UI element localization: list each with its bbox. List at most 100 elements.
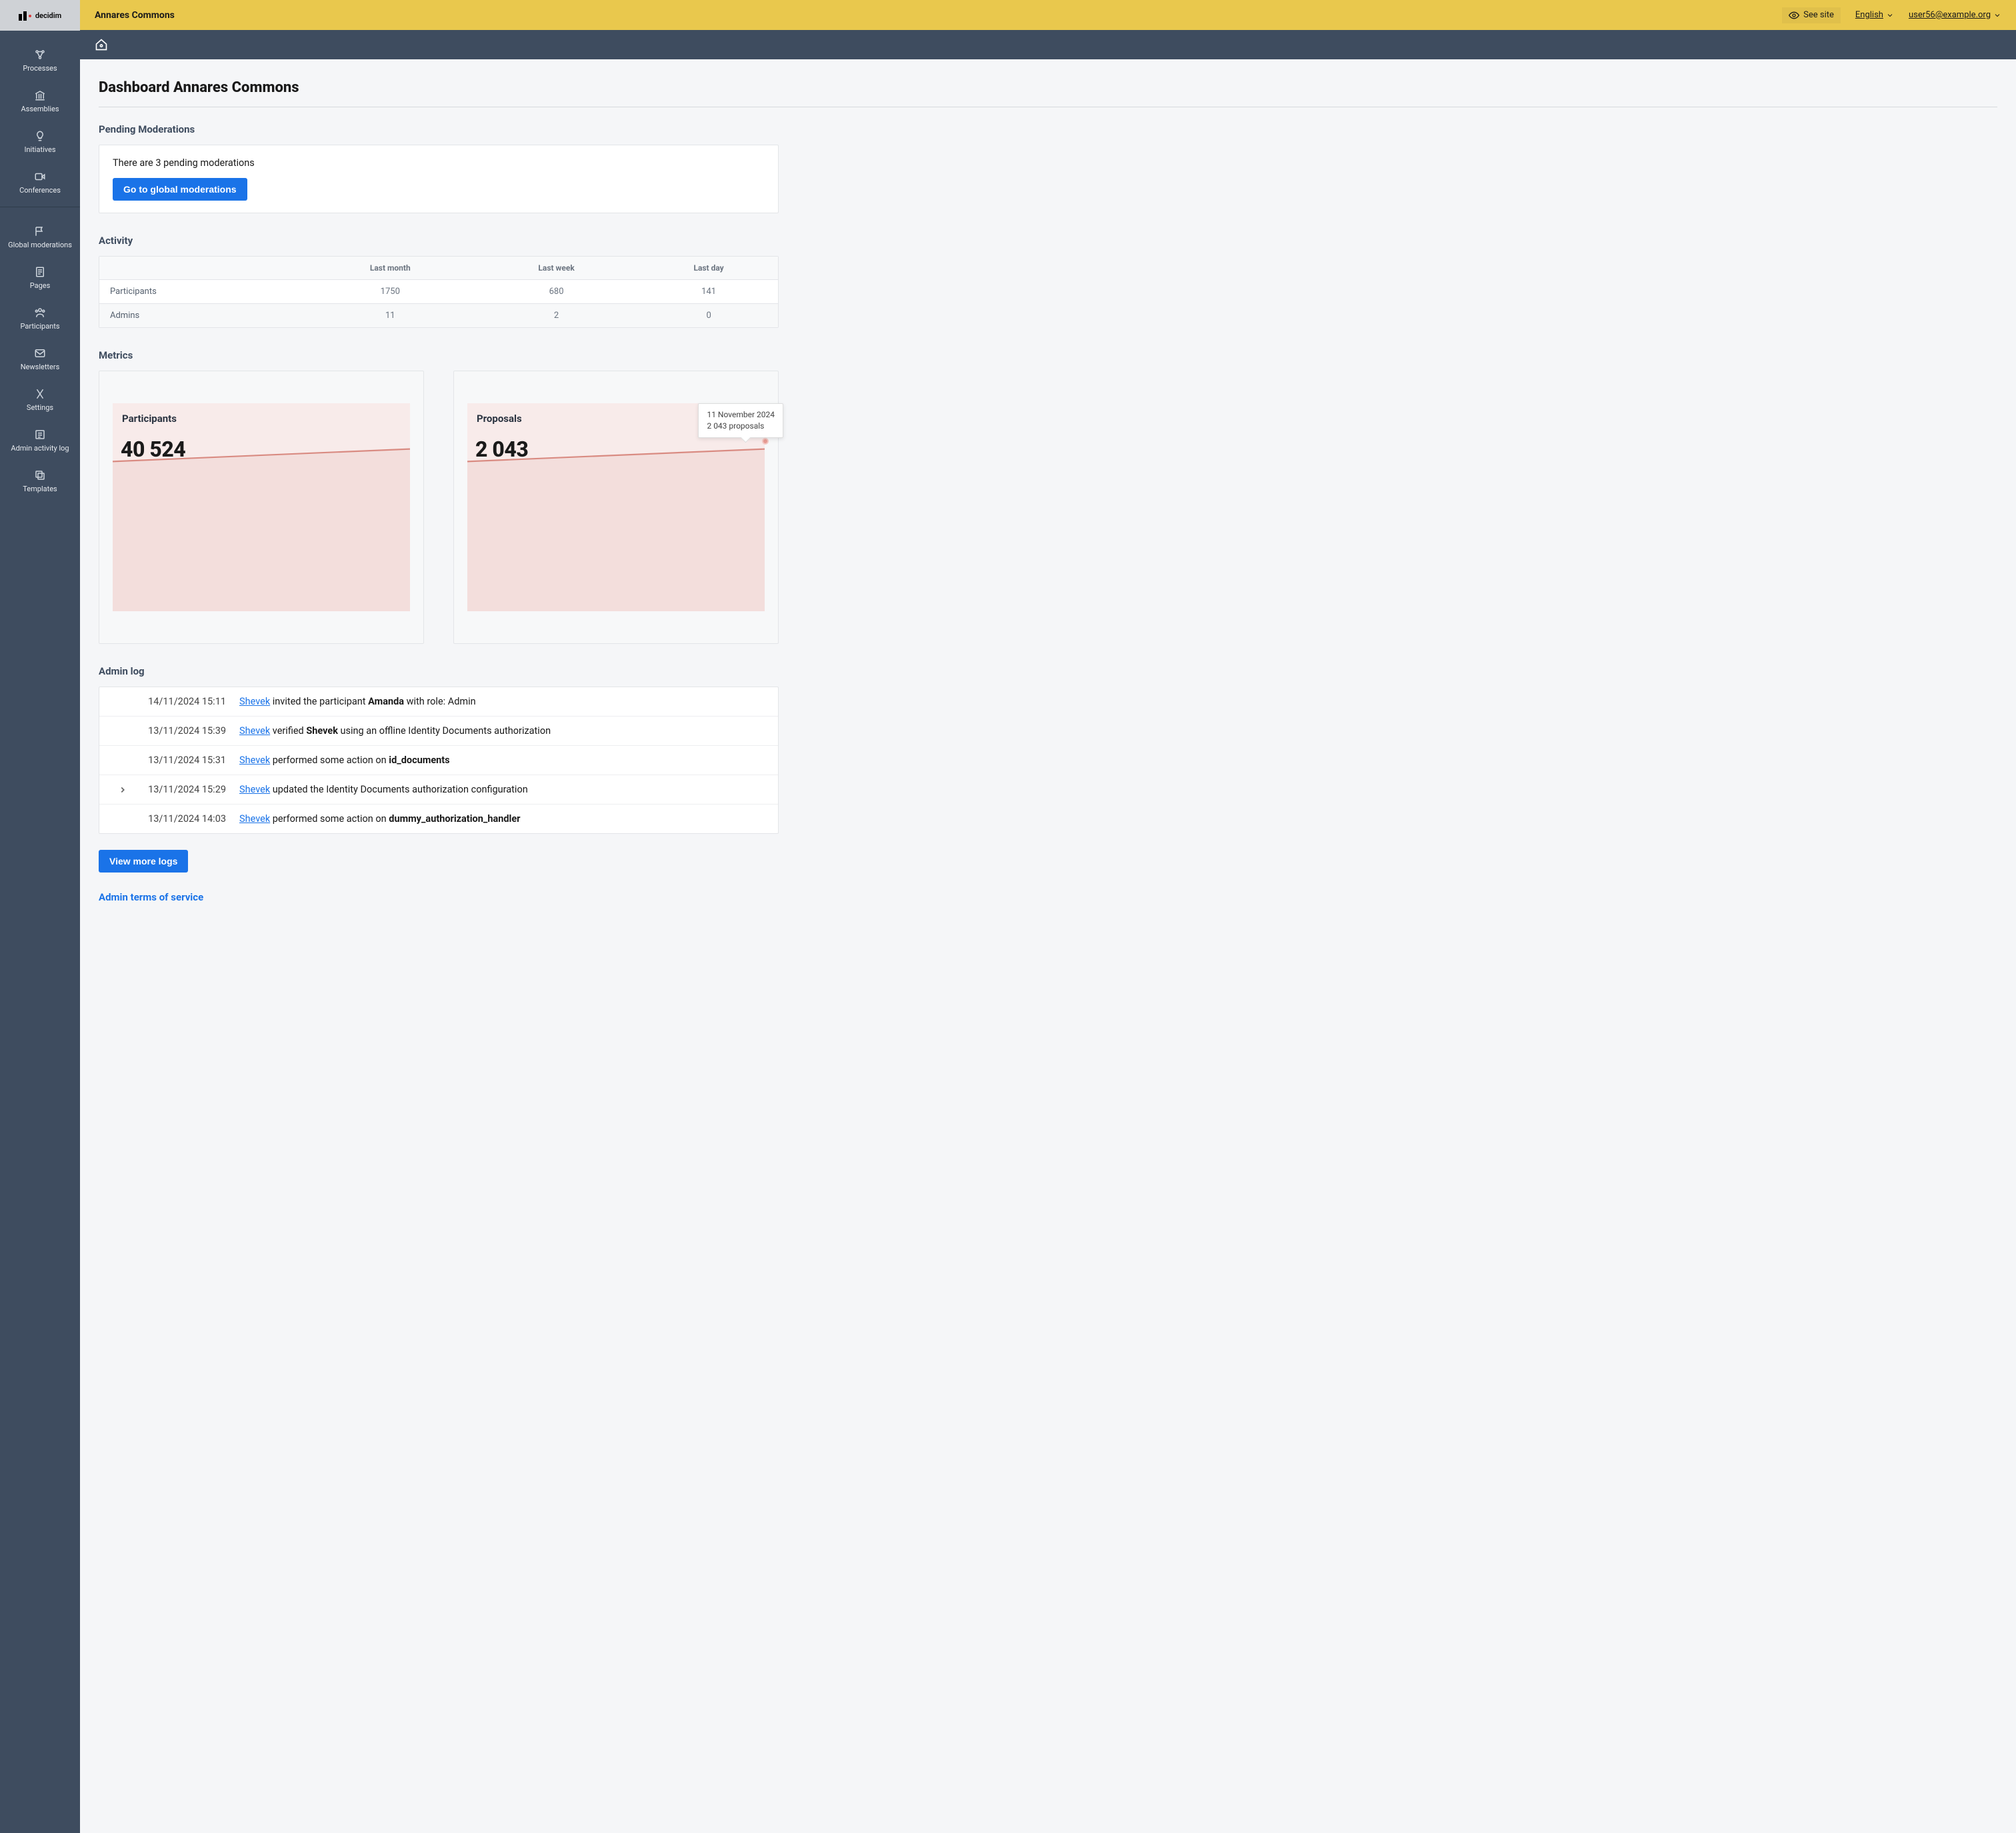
log-row[interactable]: 13/11/2024 15:29Shevek updated the Ident… [99, 775, 778, 805]
activity-header-row: Last monthLast weekLast day [99, 257, 778, 280]
sidebar-item-initiatives[interactable]: Initiatives [0, 124, 80, 165]
tooltip-value: 2 043 proposals [707, 421, 775, 432]
sidebar-item-templates[interactable]: Templates [0, 463, 80, 493]
pending-moderations-heading: Pending Moderations [99, 123, 1997, 135]
sidebar-item-label: Global moderations [8, 241, 72, 249]
admin-log-card: 14/11/2024 15:11Shevek invited the parti… [99, 687, 779, 834]
bank-icon [33, 89, 47, 102]
log-timestamp: 13/11/2024 15:39 [133, 725, 239, 737]
mail-icon [33, 347, 47, 360]
sidebar-item-admin-activity-log[interactable]: Admin activity log [0, 423, 80, 463]
log-subject: Amanda [368, 696, 404, 707]
pending-moderations-card: There are 3 pending moderations Go to gl… [99, 145, 779, 213]
sidebar-item-settings[interactable]: Settings [0, 382, 80, 423]
top-bar-right: See site English user56@example.org [1782, 7, 2001, 23]
activity-cell: 2 [473, 304, 639, 327]
log-actor-link[interactable]: Shevek [239, 813, 270, 825]
page-icon [33, 265, 47, 279]
sidebar-item-label: Participants [20, 322, 59, 331]
activity-cell: 0 [639, 304, 778, 327]
log-subject: dummy_authorization_handler [389, 813, 520, 825]
metric-value: 2 043 [475, 437, 528, 462]
activity-cell: 11 [307, 304, 473, 327]
metric-label: Proposals [477, 413, 522, 425]
metric-card-participants: Participants 40 524 [99, 371, 424, 644]
tooltip-date: 11 November 2024 [707, 409, 775, 421]
user-menu[interactable]: user56@example.org [1909, 10, 2001, 20]
sidebar-item-label: Assemblies [21, 105, 59, 113]
sidebar-item-global-moderations[interactable]: Global moderations [0, 219, 80, 260]
see-site-button[interactable]: See site [1782, 7, 1841, 23]
video-icon [33, 170, 47, 183]
log-actor-link[interactable]: Shevek [239, 784, 270, 795]
brand-name: decidim [35, 11, 61, 20]
sidebar-item-label: Initiatives [24, 145, 55, 154]
log-message: Shevek performed some action on id_docum… [239, 755, 765, 766]
sidebar-item-processes[interactable]: Processes [0, 43, 80, 83]
pending-moderations-text: There are 3 pending moderations [113, 157, 765, 169]
sidebar-item-conferences[interactable]: Conferences [0, 165, 80, 195]
metrics-grid: Participants 40 524 Proposals 2 043 11 Novem… [99, 371, 779, 644]
sidebar-item-pages[interactable]: Pages [0, 260, 80, 301]
admin-terms-link[interactable]: Admin terms of service [99, 891, 203, 903]
log-actor-link[interactable]: Shevek [239, 725, 270, 737]
log-message: Shevek performed some action on dummy_au… [239, 813, 765, 825]
page-title: Dashboard Annares Commons [99, 79, 1997, 107]
log-row: 13/11/2024 14:03Shevek performed some ac… [99, 805, 778, 833]
sidebar-item-label: Newsletters [21, 363, 60, 371]
log-message: Shevek updated the Identity Documents au… [239, 784, 765, 795]
metric-value: 40 524 [121, 437, 185, 462]
activity-row: Participants1750680141 [99, 280, 778, 304]
sidebar-item-label: Conferences [19, 186, 61, 195]
site-title: Annares Commons [95, 10, 175, 21]
log-expand-chevron[interactable] [113, 785, 133, 795]
chevron-right-icon [118, 785, 127, 795]
secondary-bar [80, 30, 2016, 59]
log-message: Shevek invited the participant Amanda wi… [239, 696, 765, 707]
activity-column-header: Last month [307, 257, 473, 279]
metric-chart [113, 403, 410, 611]
log-subject: Shevek [306, 725, 338, 737]
sidebar: decidim Processes Assemblies Initiatives Co… [0, 0, 80, 1833]
decidim-logo-icon [19, 10, 33, 21]
activity-row-label: Admins [99, 304, 307, 327]
activity-cell: 1750 [307, 280, 473, 303]
log-timestamp: 13/11/2024 15:29 [133, 784, 239, 795]
activity-cell: 680 [473, 280, 639, 303]
brand-logo[interactable]: decidim [0, 0, 80, 31]
sidebar-item-assemblies[interactable]: Assemblies [0, 83, 80, 124]
sidebar-item-newsletters[interactable]: Newsletters [0, 341, 80, 382]
activity-column-header: Last week [473, 257, 639, 279]
bulb-icon [33, 129, 47, 143]
activity-heading: Activity [99, 235, 1997, 247]
admin-log-heading: Admin log [99, 665, 1997, 677]
sidebar-item-label: Templates [23, 485, 57, 493]
sidebar-section-1: Processes Assemblies Initiatives Conference… [0, 31, 80, 207]
language-selector[interactable]: English [1855, 10, 1894, 20]
chevron-down-icon [1886, 11, 1894, 19]
eye-icon [1789, 10, 1799, 21]
chart-hover-point [762, 438, 769, 445]
log-timestamp: 13/11/2024 14:03 [133, 813, 239, 825]
tools-icon [33, 387, 47, 401]
log-subject: id_documents [389, 755, 449, 766]
log-actor-link[interactable]: Shevek [239, 696, 270, 707]
top-bar: Annares Commons See site English user56@… [80, 0, 2016, 30]
flag-icon [33, 225, 47, 238]
go-to-moderations-button[interactable]: Go to global moderations [113, 178, 247, 201]
activity-column-header [99, 261, 307, 275]
sidebar-item-participants[interactable]: Participants [0, 301, 80, 341]
log-timestamp: 14/11/2024 15:11 [133, 696, 239, 707]
nodes-icon [33, 48, 47, 61]
metric-label: Participants [122, 413, 177, 425]
home-button[interactable] [95, 38, 108, 51]
activity-column-header: Last day [639, 257, 778, 279]
list-icon [33, 428, 47, 441]
chevron-down-icon [1993, 11, 2001, 19]
view-more-logs-button[interactable]: View more logs [99, 850, 188, 873]
log-row: 13/11/2024 15:39Shevek verified Shevek u… [99, 717, 778, 746]
chart-tooltip: 11 November 20242 043 proposals [698, 403, 783, 438]
language-label: English [1855, 10, 1883, 20]
log-row: 14/11/2024 15:11Shevek invited the parti… [99, 687, 778, 717]
log-actor-link[interactable]: Shevek [239, 755, 270, 766]
